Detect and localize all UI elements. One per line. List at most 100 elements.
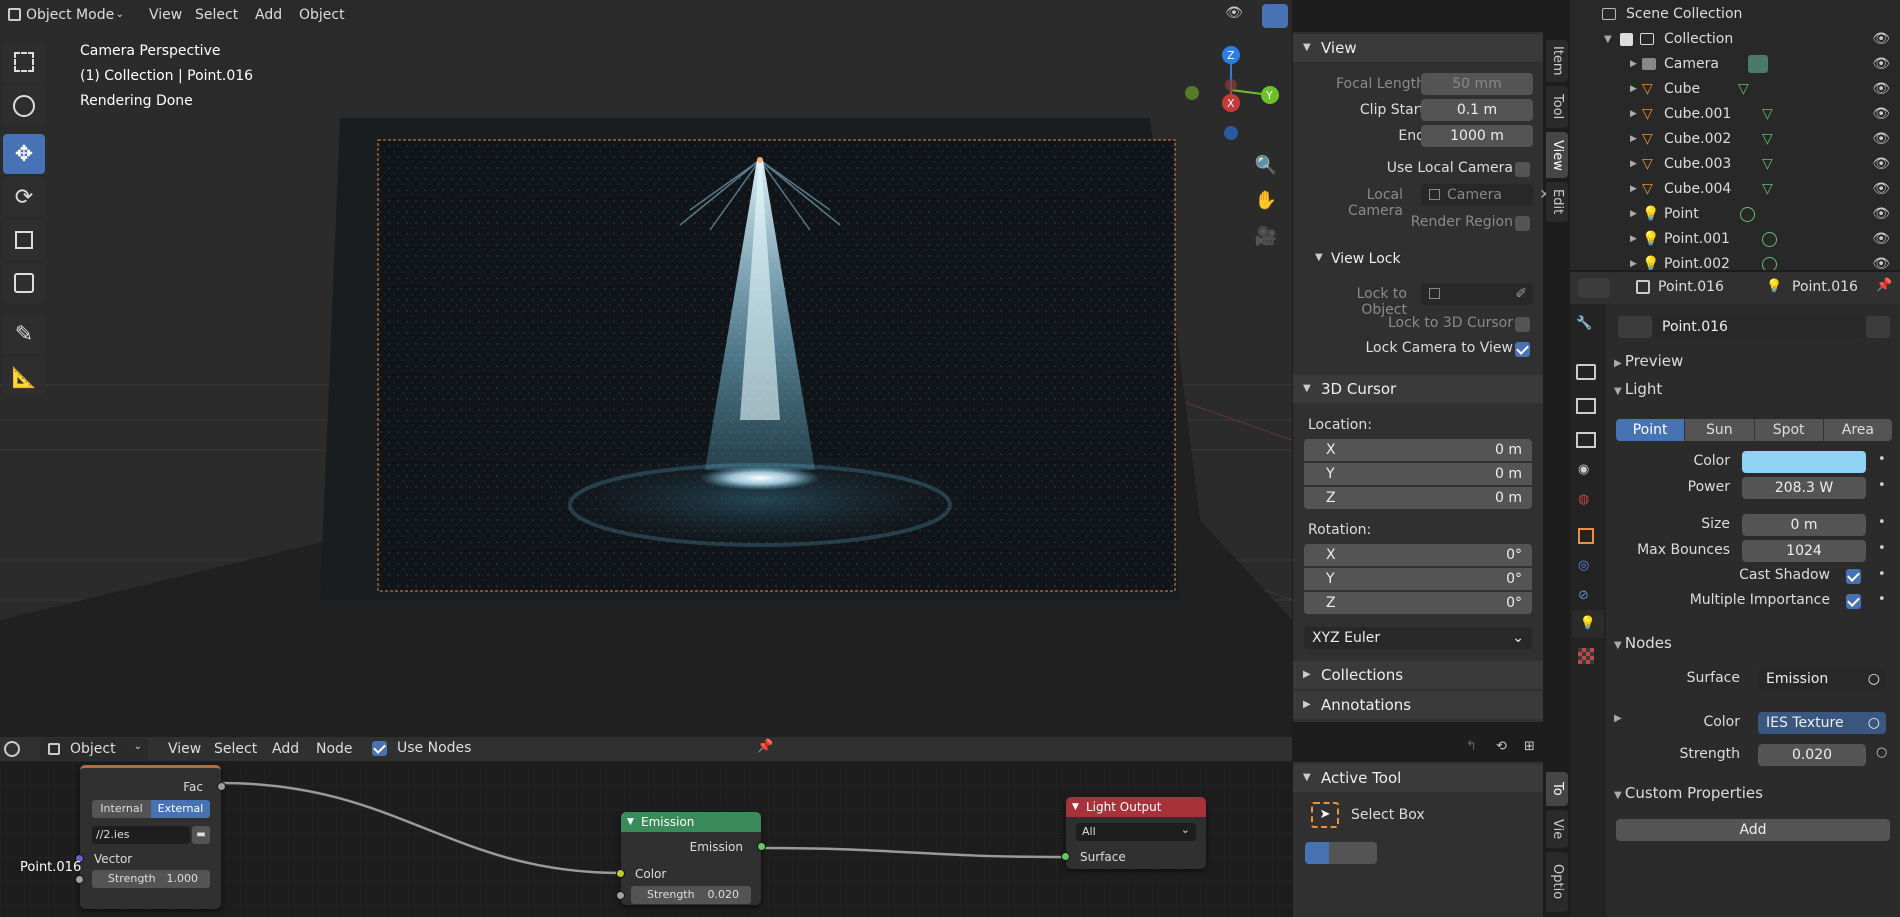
- gizmo-toggle-icon[interactable]: [1262, 4, 1288, 28]
- menu-select[interactable]: Select: [187, 3, 247, 27]
- tab-edit[interactable]: Edit: [1546, 182, 1568, 222]
- strength-input-socket[interactable]: [75, 875, 84, 884]
- strength-input-socket[interactable]: [616, 891, 625, 900]
- keyframe-dot-icon[interactable]: •: [1878, 478, 1886, 493]
- node-menu-add[interactable]: Add: [264, 738, 307, 760]
- local-camera-field[interactable]: Camera ✕: [1421, 184, 1551, 206]
- node-menu-select[interactable]: Select: [206, 738, 265, 760]
- menu-object[interactable]: Object: [291, 3, 353, 27]
- node-menu-node[interactable]: Node: [308, 738, 361, 760]
- mesh-data-icon[interactable]: ▽: [1762, 152, 1773, 177]
- light-data-selector[interactable]: Point.016: [1618, 316, 1890, 338]
- add-property-button[interactable]: Add: [1616, 819, 1890, 841]
- surface-input-socket[interactable]: [1061, 852, 1070, 861]
- eyedropper-icon[interactable]: ✐: [1515, 283, 1527, 305]
- power-field[interactable]: 208.3 W: [1742, 477, 1866, 499]
- light-data-icon[interactable]: [1762, 257, 1777, 270]
- ies-strength-field[interactable]: Strength 1.000: [92, 870, 210, 888]
- zoom-icon[interactable]: 🔍: [1252, 152, 1280, 180]
- navigation-gizmo[interactable]: Z Y X: [1180, 45, 1290, 145]
- socket-link-icon[interactable]: ○: [1876, 745, 1887, 760]
- lock-to-object-field[interactable]: ✐: [1421, 283, 1533, 305]
- nodes-header[interactable]: ▼ Nodes: [1614, 634, 1672, 652]
- clip-end-field[interactable]: 1000 m: [1421, 125, 1533, 147]
- menu-view[interactable]: View: [141, 3, 191, 27]
- render-region-checkbox[interactable]: [1515, 216, 1530, 231]
- emission-node[interactable]: ▼ Emission Emission Color Strength 0.020: [616, 812, 766, 905]
- light-data-icon[interactable]: [1740, 207, 1755, 222]
- cursor-rot-z[interactable]: Z 0°: [1304, 592, 1532, 614]
- render-tab-icon[interactable]: [1576, 364, 1596, 380]
- editor-type-icon[interactable]: [1578, 278, 1610, 298]
- tab-view[interactable]: View: [1546, 132, 1568, 178]
- camera-data-icon[interactable]: [1748, 55, 1768, 73]
- collections-header[interactable]: ▶ Collections: [1293, 661, 1543, 689]
- use-local-camera-checkbox[interactable]: [1515, 162, 1530, 177]
- collapse-icon[interactable]: ▼: [627, 812, 634, 832]
- light-data-icon[interactable]: [1762, 232, 1777, 247]
- tab-view-lower[interactable]: Vie: [1546, 810, 1568, 848]
- editor-type-icon[interactable]: [4, 741, 20, 757]
- physics-tab-icon[interactable]: ◎: [1578, 558, 1589, 573]
- visibility-icon[interactable]: 👁: [1872, 252, 1890, 270]
- light-type-point[interactable]: Point: [1616, 419, 1685, 441]
- tab-tool[interactable]: Tool: [1546, 86, 1568, 128]
- include-checkbox[interactable]: [1620, 33, 1633, 46]
- visibility-icon[interactable]: 👁: [1872, 77, 1890, 102]
- outliner-item[interactable]: ▶ ▽ Cube.004 ▽ 👁: [1570, 177, 1900, 202]
- light-browse-icon[interactable]: [1618, 316, 1652, 338]
- select-mode-extend[interactable]: [1329, 842, 1353, 864]
- light-output-node[interactable]: ▼ Light Output All ⌄ Surface: [1061, 797, 1206, 869]
- menu-add[interactable]: Add: [247, 3, 291, 27]
- ies-filepath-field[interactable]: //2.ies: [92, 826, 190, 844]
- visibility-icon[interactable]: 👁: [1872, 227, 1890, 252]
- mesh-data-icon[interactable]: ▽: [1762, 177, 1773, 202]
- mesh-data-icon[interactable]: ▽: [1738, 77, 1749, 102]
- max-bounces-field[interactable]: 1024: [1742, 540, 1866, 562]
- mesh-data-icon[interactable]: ▽: [1762, 102, 1773, 127]
- visibility-icon[interactable]: 👁: [1872, 52, 1890, 77]
- cursor-tool[interactable]: [3, 86, 45, 126]
- snap-element-icon[interactable]: ⊞: [1524, 739, 1535, 754]
- keyframe-dot-icon[interactable]: •: [1878, 541, 1886, 556]
- tab-options-lower[interactable]: Optio: [1546, 852, 1568, 912]
- color-input-socket[interactable]: [616, 869, 625, 878]
- active-tool-header[interactable]: ▼ Active Tool: [1293, 764, 1543, 792]
- scene-tab-icon[interactable]: ◉: [1578, 462, 1589, 477]
- view-lock-header[interactable]: ▼ View Lock: [1293, 244, 1543, 272]
- mesh-data-icon[interactable]: ▽: [1762, 127, 1773, 152]
- rotation-mode-dropdown[interactable]: XYZ Euler ⌄: [1304, 627, 1532, 649]
- size-field[interactable]: 0 m: [1742, 514, 1866, 536]
- lock-to-cursor-checkbox[interactable]: [1515, 317, 1530, 332]
- outliner-item[interactable]: ▶ 💡 Point 👁: [1570, 202, 1900, 227]
- keyframe-dot-icon[interactable]: •: [1878, 567, 1886, 582]
- cursor-rot-y[interactable]: Y 0°: [1304, 568, 1532, 590]
- clip-start-field[interactable]: 0.1 m: [1421, 99, 1533, 121]
- outliner-item[interactable]: ▶ 💡 Point.001 👁: [1570, 227, 1900, 252]
- outliner-item[interactable]: ▶ ▽ Cube.001 ▽ 👁: [1570, 102, 1900, 127]
- view-layer-tab-icon[interactable]: [1576, 432, 1596, 448]
- pin-icon[interactable]: 📌: [1876, 278, 1892, 293]
- visibility-icon[interactable]: 👁: [1872, 152, 1890, 177]
- tab-tool-lower[interactable]: To: [1546, 772, 1568, 806]
- world-tab-icon[interactable]: ◍: [1578, 492, 1589, 507]
- cursor-loc-x[interactable]: X 0 m: [1304, 439, 1532, 461]
- light-name-field[interactable]: Point.016: [1654, 316, 1864, 338]
- light-type-spot[interactable]: Spot: [1753, 419, 1823, 441]
- cast-shadow-checkbox[interactable]: [1846, 569, 1861, 584]
- cursor-section-header[interactable]: ▼ 3D Cursor: [1293, 375, 1543, 403]
- constraints-tab-icon[interactable]: ⊘: [1578, 588, 1589, 603]
- shader-type-dropdown[interactable]: Object ⌄: [40, 738, 148, 760]
- visibility-icon[interactable]: 👁: [1872, 177, 1890, 202]
- output-target-dropdown[interactable]: All ⌄: [1076, 823, 1196, 841]
- ies-texture-node[interactable]: Fac Internal External //2.ies ▬ Vector S…: [75, 765, 226, 909]
- fac-output-socket[interactable]: [217, 782, 226, 791]
- focal-length-field[interactable]: 50 mm: [1421, 73, 1533, 95]
- pan-icon[interactable]: ✋: [1252, 187, 1280, 215]
- node-strength-field[interactable]: 0.020: [1758, 744, 1866, 766]
- texture-tab-icon[interactable]: [1578, 648, 1594, 664]
- snap-icon[interactable]: ⟲: [1496, 739, 1507, 754]
- move-tool[interactable]: ✥: [3, 134, 45, 174]
- annotate-tool[interactable]: ✎: [3, 314, 45, 354]
- light-color-swatch[interactable]: [1742, 451, 1866, 473]
